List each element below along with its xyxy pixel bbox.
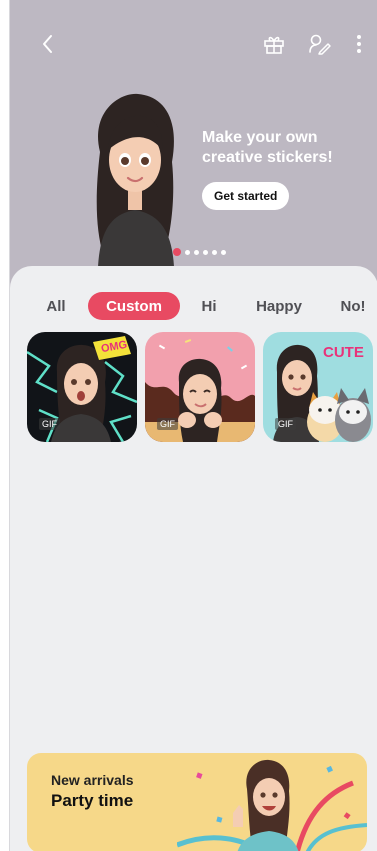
- tab-happy[interactable]: Happy: [246, 292, 312, 320]
- party-avatar-illustration: [177, 759, 367, 851]
- gift-icon: [264, 36, 284, 54]
- sticker-edit-icon: [309, 34, 331, 55]
- sticker-edit-button[interactable]: [304, 28, 336, 60]
- gift-button[interactable]: [258, 28, 290, 60]
- sticker-overlay-text: CUTE: [323, 344, 364, 361]
- carousel-dot[interactable]: [194, 249, 199, 255]
- carousel-dot[interactable]: [212, 249, 217, 255]
- top-app-bar: [10, 22, 377, 66]
- tab-hi[interactable]: Hi: [192, 292, 226, 320]
- carousel-dot[interactable]: [221, 249, 226, 255]
- back-chevron-icon: [43, 35, 52, 53]
- hero-headline-line2: creative stickers!: [202, 149, 333, 166]
- party-time-banner[interactable]: New arrivals Party time: [27, 753, 367, 851]
- banner-title: Party time: [51, 791, 134, 810]
- category-tabs: All Custom Hi Happy No!: [10, 292, 377, 320]
- tab-custom[interactable]: Custom: [88, 292, 180, 320]
- tab-no[interactable]: No!: [330, 292, 376, 320]
- banner-subtitle: New arrivals: [51, 772, 134, 788]
- sticker-sheet: All Custom Hi Happy No! OMG GIF GIF CUTE…: [10, 266, 377, 851]
- sticker-screen: Make your own creative stickers! Get sta…: [9, 0, 377, 851]
- carousel-dot[interactable]: [185, 249, 190, 255]
- more-vertical-icon: [357, 35, 361, 53]
- get-started-button[interactable]: Get started: [202, 182, 290, 210]
- avatar-illustration: [96, 93, 174, 267]
- sticker-tile[interactable]: CUTE GIF: [263, 332, 373, 442]
- tab-all[interactable]: All: [36, 292, 76, 320]
- gif-badge: GIF: [39, 418, 60, 430]
- hero-banner[interactable]: Make your own creative stickers! Get sta…: [10, 0, 377, 300]
- hero-headline-line1: Make your own: [202, 129, 318, 146]
- hero-headline: Make your own creative stickers!: [202, 128, 352, 168]
- back-button[interactable]: [32, 28, 64, 60]
- sticker-tile[interactable]: GIF: [145, 332, 255, 442]
- sticker-tile[interactable]: OMG GIF: [27, 332, 137, 442]
- gif-badge: GIF: [157, 418, 178, 430]
- carousel-dot[interactable]: [203, 249, 208, 255]
- gif-badge: GIF: [275, 418, 296, 430]
- carousel-dot[interactable]: [173, 248, 181, 256]
- more-options-button[interactable]: [343, 28, 375, 60]
- carousel-indicator: [173, 248, 226, 256]
